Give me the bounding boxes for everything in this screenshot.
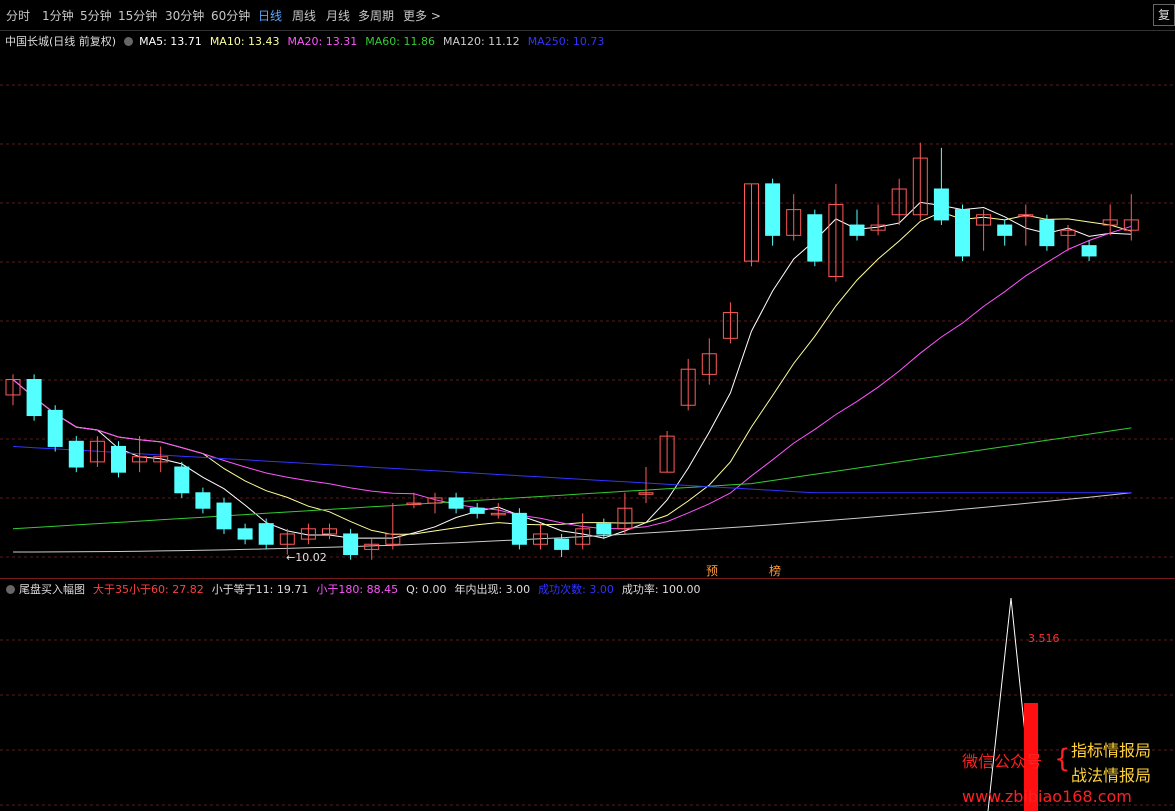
watermark-url: www.zbibiao168.com bbox=[962, 787, 1132, 806]
indicator-name: 尾盘买入幅图 bbox=[19, 583, 85, 596]
indicator-a: 大于35小于60: 27.82 bbox=[93, 583, 204, 596]
candle-body bbox=[933, 188, 949, 221]
candle-body bbox=[1081, 245, 1097, 257]
candle-body bbox=[955, 209, 970, 257]
kline-chart[interactable]: ←10.02 预 榜 3.516 bbox=[0, 0, 1175, 811]
candle-body bbox=[47, 409, 63, 447]
watermark-line1: 指标情报局 bbox=[1071, 741, 1152, 760]
candle-body bbox=[195, 492, 211, 509]
candle-body bbox=[448, 497, 464, 509]
candle-body bbox=[807, 214, 823, 262]
candle-body bbox=[26, 379, 42, 417]
candle-body bbox=[237, 528, 253, 540]
candle-body bbox=[216, 502, 232, 530]
candle-body bbox=[554, 538, 570, 550]
candle-body bbox=[258, 523, 274, 545]
marker-yu: 预 bbox=[706, 564, 718, 578]
watermark-wechat: 微信公众号 bbox=[962, 752, 1043, 771]
candle-body bbox=[511, 512, 527, 545]
candle-body bbox=[111, 445, 126, 473]
candle-body bbox=[596, 523, 612, 535]
ma120-line bbox=[13, 492, 1132, 553]
pane-divider bbox=[0, 578, 1175, 579]
indicator-peak-label: 3.516 bbox=[1028, 632, 1060, 645]
candle-body bbox=[997, 224, 1013, 236]
indicator-info-line: 尾盘买入幅图 大于35小于60: 27.82 小于等于11: 19.71 小于180:… bbox=[0, 581, 709, 597]
indicator-c: 小于180: 88.45 bbox=[316, 583, 399, 596]
candle-body bbox=[174, 466, 190, 494]
indicator-b: 小于等于11: 19.71 bbox=[211, 583, 309, 596]
indicator-succ-count: 成功次数: 3.00 bbox=[538, 583, 614, 596]
candle-body bbox=[849, 224, 865, 236]
indicator-year: 年内出现: 3.00 bbox=[454, 583, 531, 596]
price-low-label: ←10.02 bbox=[286, 551, 327, 564]
candle-body bbox=[1039, 219, 1055, 247]
watermark-brace: { bbox=[1054, 744, 1071, 774]
candle-body bbox=[765, 183, 781, 236]
indicator-q: Q: 0.00 bbox=[406, 583, 447, 596]
watermark-line2: 战法情报局 bbox=[1071, 766, 1152, 785]
candle-body bbox=[469, 507, 485, 514]
marker-bang: 榜 bbox=[769, 563, 781, 578]
candle-body bbox=[68, 440, 84, 468]
candle-body bbox=[343, 533, 359, 556]
indicator-settings-icon[interactable] bbox=[6, 584, 15, 594]
indicator-rate: 成功率: 100.00 bbox=[621, 583, 701, 596]
